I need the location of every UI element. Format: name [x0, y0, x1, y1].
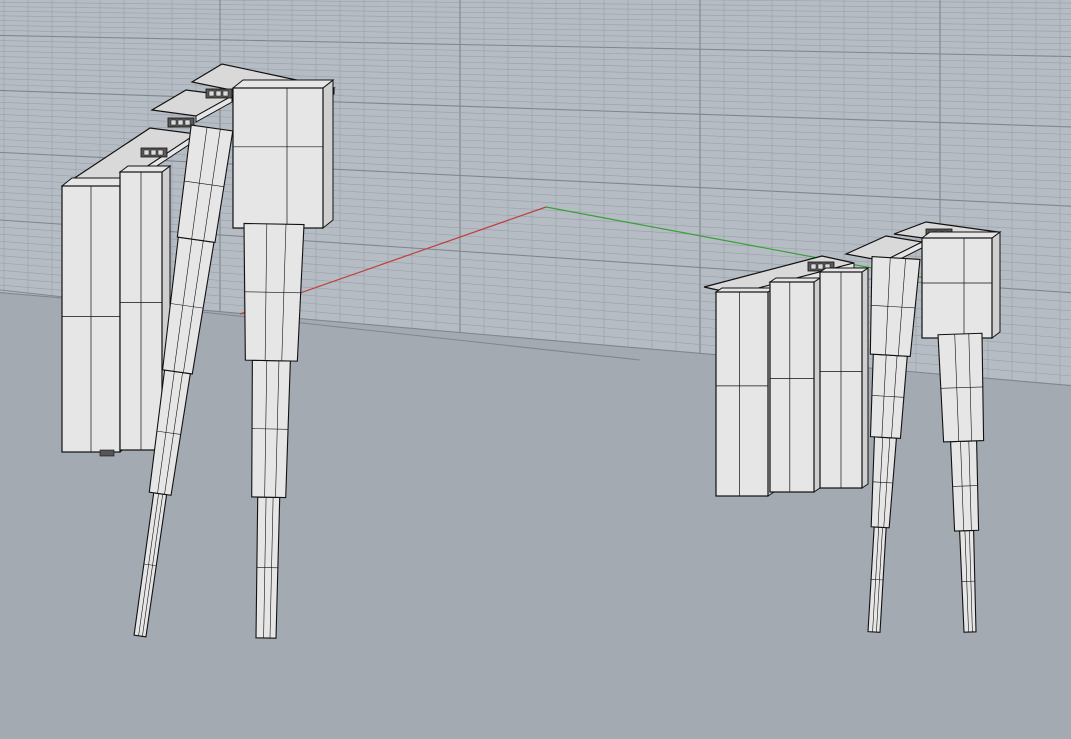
right-unit-panel-2[interactable]	[768, 277, 822, 493]
bracket-hole	[222, 90, 229, 97]
box-top-face	[714, 287, 776, 293]
panel-foot	[99, 449, 115, 457]
bracket-hole	[215, 90, 222, 97]
box-top-face	[920, 231, 1002, 239]
bracket-hole	[143, 149, 150, 156]
right-unit-panel-1[interactable]	[714, 287, 776, 497]
box-front-face	[715, 291, 769, 497]
bracket-hole	[150, 149, 157, 156]
bracket-hole	[184, 119, 191, 126]
bracket-hole	[170, 119, 177, 126]
3d-viewport[interactable]	[0, 0, 1071, 739]
box-top-face	[118, 165, 172, 173]
left-unit-vertical-actuator-housing[interactable]	[231, 78, 335, 230]
box-side-face	[322, 78, 334, 230]
right-unit-panel-3[interactable]	[818, 267, 870, 489]
box-top-face	[231, 79, 335, 89]
left-unit-bracket-1	[140, 147, 168, 158]
box-side-face	[861, 267, 869, 489]
box-side-face	[991, 231, 1001, 339]
bracket-hole	[157, 149, 164, 156]
left-unit-bracket-2	[167, 117, 195, 128]
box-side-face	[813, 277, 821, 493]
right-unit-actuator-2-housing[interactable]	[920, 231, 1002, 339]
bracket-hole	[208, 90, 215, 97]
viewport-scene[interactable]	[0, 0, 1071, 739]
box-top-face	[818, 267, 870, 273]
bracket-hole	[817, 263, 824, 270]
bracket-hole	[810, 263, 817, 270]
left-unit-bracket-3	[205, 88, 233, 99]
box-top-face	[768, 277, 822, 283]
bracket-hole	[177, 119, 184, 126]
box-front-face	[769, 281, 815, 493]
box-front-face	[232, 87, 324, 229]
box-front-face	[921, 237, 993, 339]
